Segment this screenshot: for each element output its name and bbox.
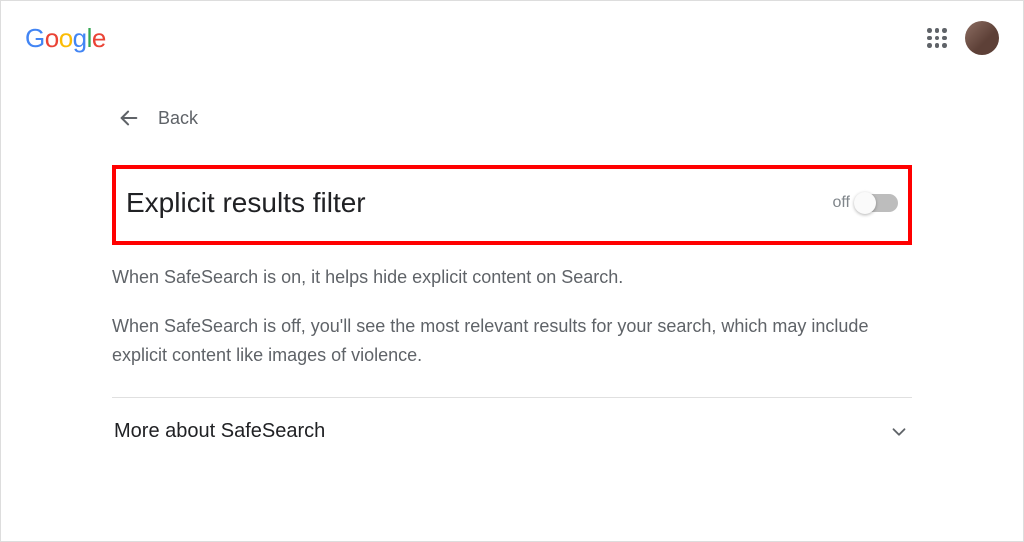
back-label: Back bbox=[158, 108, 198, 129]
explicit-filter-row-highlight: Explicit results filter off bbox=[112, 165, 912, 245]
filter-toggle-wrap: off bbox=[833, 194, 899, 212]
filter-toggle[interactable] bbox=[856, 194, 898, 212]
filter-description: When SafeSearch is on, it helps hide exp… bbox=[112, 263, 912, 369]
expander-title: More about SafeSearch bbox=[114, 420, 325, 443]
arrow-left-icon bbox=[118, 107, 140, 129]
chevron-down-icon bbox=[888, 421, 910, 443]
header-actions bbox=[925, 21, 999, 55]
description-off: When SafeSearch is off, you'll see the m… bbox=[112, 312, 912, 370]
more-about-safesearch[interactable]: More about SafeSearch bbox=[112, 398, 912, 465]
apps-grid-icon[interactable] bbox=[925, 26, 949, 50]
google-logo[interactable]: Google bbox=[25, 23, 106, 54]
back-button[interactable]: Back bbox=[112, 107, 912, 129]
avatar[interactable] bbox=[965, 21, 999, 55]
filter-state-label: off bbox=[833, 194, 851, 212]
description-on: When SafeSearch is on, it helps hide exp… bbox=[112, 263, 912, 292]
main-content: Back Explicit results filter off When Sa… bbox=[112, 67, 912, 465]
filter-title: Explicit results filter bbox=[126, 187, 366, 219]
toggle-knob-icon bbox=[854, 192, 876, 214]
header: Google bbox=[1, 1, 1023, 67]
